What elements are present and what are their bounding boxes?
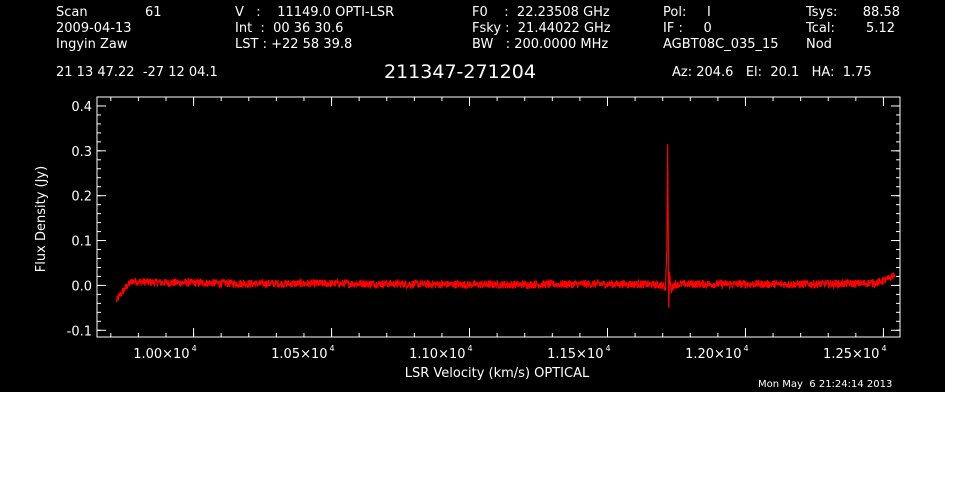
y-axis-ticks: 0.4 0.3 0.2 0.1 0.0 -0.1: [67, 100, 900, 339]
x-tick-label: 1.10×10: [409, 347, 465, 362]
x-tick-mantissa: 1.20: [685, 347, 714, 362]
x-tick-times: ×10: [438, 347, 465, 362]
plot-frame: [96, 96, 901, 338]
x-tick-exponent: 4: [468, 344, 473, 353]
x-tick-times: ×10: [162, 347, 189, 362]
x-tick-mantissa: 1.05: [271, 347, 300, 362]
x-tick-exponent: 4: [881, 344, 886, 353]
spectrum-chart: 0.40.30.20.10.0-0.1 1.00×10 4 1.05×10 4 1.10…: [34, 96, 901, 381]
x-tick-exponent: 4: [192, 344, 197, 353]
x-tick-mantissa: 1.10: [409, 347, 438, 362]
x-tick-mantissa: 1.15: [547, 347, 576, 362]
x-tick-mantissa: 1.25: [823, 347, 852, 362]
x-tick-exponent: 4: [330, 344, 335, 353]
x-tick-times: ×10: [714, 347, 741, 362]
y-tick-label: 0.0: [71, 279, 92, 294]
y-tick-label: 0.1: [71, 235, 92, 250]
y-tick-label: 0.4: [71, 100, 92, 115]
x-tick-times: ×10: [576, 347, 603, 362]
y-tick-label: 0.3: [71, 145, 92, 160]
x-tick-times: ×10: [300, 347, 327, 362]
x-tick-label: 1.15×10: [547, 347, 603, 362]
x-tick-label: 1.00×10: [133, 347, 189, 362]
spectrum-trace: [115, 144, 896, 308]
x-tick-label: 1.20×10: [685, 347, 741, 362]
y-axis-label: Flux Density (Jy): [34, 166, 49, 272]
x-tick-label: 1.25×10: [823, 347, 879, 362]
x-tick-mantissa: 1.00: [133, 347, 162, 362]
y-tick-label: 0.2: [71, 190, 92, 205]
timestamp: Mon May 6 21:24:14 2013: [758, 379, 893, 390]
x-tick-times: ×10: [852, 347, 879, 362]
x-tick-exponent: 4: [605, 344, 610, 353]
x-axis-label: LSR Velocity (km/s) OPTICAL: [405, 366, 590, 381]
x-tick-exponent: 4: [743, 344, 748, 353]
x-axis-ticks: 1.00×10 4 1.05×10 4 1.10×10 4 1.15×10 4 1.20×10 4…: [110, 97, 887, 362]
x-tick-label: 1.05×10: [271, 347, 327, 362]
y-tick-label: -0.1: [67, 324, 92, 339]
